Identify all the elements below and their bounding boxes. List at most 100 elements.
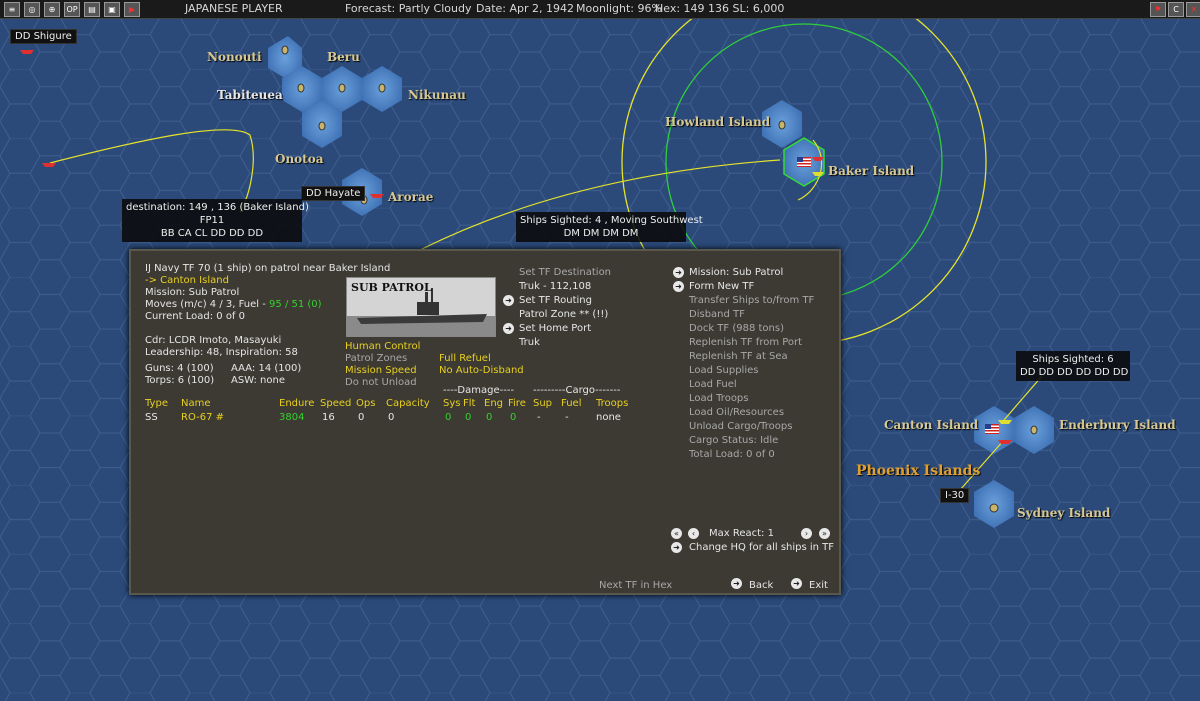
arrow-right-icon[interactable]: ➜	[503, 323, 514, 334]
island-label-beru: Beru	[327, 50, 360, 64]
next-tf-in-hex-button[interactable]: Next TF in Hex	[599, 580, 672, 592]
left-arrow-icon[interactable]: ‹	[688, 528, 699, 539]
play-icon[interactable]: ▶	[124, 1, 140, 17]
moves-label: Moves (m/c) 4 / 3, Fuel -	[145, 299, 270, 310]
cell-name[interactable]: RO-67 #	[181, 412, 224, 424]
guns: Guns: 4 (100)	[145, 363, 214, 374]
option-full-refuel[interactable]: Full Refuel	[439, 353, 491, 365]
max-react: Max React: 1	[709, 528, 774, 539]
set-home-port-button[interactable]: Set Home Port	[519, 323, 591, 335]
cell-flt: 0	[465, 412, 472, 423]
col-type[interactable]: Type	[145, 398, 168, 410]
op-icon[interactable]: OP	[64, 1, 80, 17]
dock-tf-button[interactable]: Dock TF (988 tons)	[689, 323, 784, 335]
save-icon[interactable]: ▣	[104, 1, 120, 17]
exit-button[interactable]: Exit	[809, 580, 828, 592]
option-do-not-unload[interactable]: Do not Unload	[345, 377, 417, 389]
back-button[interactable]: Back	[749, 580, 773, 592]
unload-cargo-button[interactable]: Unload Cargo/Troops	[689, 421, 792, 433]
col-ops[interactable]: Ops	[356, 398, 375, 410]
load-oil-button[interactable]: Load Oil/Resources	[689, 407, 784, 419]
replenish-sea-button[interactable]: Replenish TF at Sea	[689, 351, 788, 363]
torps: Torps: 6 (100)	[145, 375, 215, 386]
back-arrow-icon[interactable]: ➜	[731, 578, 742, 589]
hex-label: Hex: 149 136 SL: 6,000	[655, 2, 785, 15]
island-label-baker: Baker Island	[828, 164, 915, 178]
island-label-onotoa: Onotoa	[275, 152, 324, 166]
change-hq-button[interactable]: Change HQ for all ships in TF	[689, 542, 834, 554]
cell-capacity: 0	[388, 412, 395, 423]
island-label-nikunau: Nikunau	[408, 88, 466, 102]
ships-icon[interactable]: ≡	[4, 1, 20, 17]
island-label-canton: Canton Island	[884, 418, 979, 432]
tf-tag-i30[interactable]: I-30	[940, 488, 970, 503]
col-capacity[interactable]: Capacity	[386, 398, 430, 410]
tf-tag-shigure[interactable]: DD Shigure	[10, 29, 77, 44]
tooltip-line: FP11	[199, 215, 225, 226]
globe-icon[interactable]: ◎	[24, 1, 40, 17]
col-flt[interactable]: Flt	[463, 398, 475, 410]
leadership: Leadership: 48, Inspiration: 58	[145, 347, 298, 358]
cargo-status: Cargo Status: Idle	[689, 435, 779, 446]
fuel-value: 95 / 51 (0)	[269, 299, 322, 310]
us-flag-icon-canton	[985, 424, 999, 434]
right-arrow-icon[interactable]: ›	[801, 528, 812, 539]
set-destination-button[interactable]: Set TF Destination	[519, 267, 611, 279]
flag-icon[interactable]: ⚑	[1150, 1, 1166, 17]
tf-destination[interactable]: -> Canton Island	[145, 275, 229, 287]
cell-sys: 0	[445, 412, 452, 423]
option-no-auto-disband[interactable]: No Auto-Disband	[439, 365, 524, 377]
col-fuel[interactable]: Fuel	[561, 398, 581, 410]
player-label: JAPANESE PLAYER	[185, 2, 283, 15]
form-new-tf-button[interactable]: Form New TF	[689, 281, 754, 293]
home-port-value: Truk	[519, 337, 540, 348]
disband-tf-button[interactable]: Disband TF	[689, 309, 745, 321]
sub-patrol-image: SUB PATROL	[346, 277, 496, 337]
transfer-ships-button[interactable]: Transfer Ships to/from TF	[689, 295, 814, 307]
col-troops[interactable]: Troops	[596, 398, 628, 410]
commander[interactable]: Cdr: LCDR Imoto, Masayuki	[145, 335, 281, 347]
tooltip-line: DD DD DD DD DD DD	[1020, 367, 1129, 378]
island-label-howland: Howland Island	[665, 115, 771, 129]
close-icon[interactable]: ✕	[1186, 1, 1200, 17]
replenish-port-button[interactable]: Replenish TF from Port	[689, 337, 802, 349]
forecast-label: Forecast: Partly Cloudy	[345, 2, 472, 15]
tooltip-line: DM DM DM DM	[563, 228, 639, 239]
col-name[interactable]: Name	[181, 398, 211, 410]
col-endure[interactable]: Endure	[279, 398, 314, 410]
top-toolbar: ≡ ◎ ⊕ OP ▤ ▣ ▶ JAPANESE PLAYER Forecast:…	[0, 0, 1200, 19]
report-icon[interactable]: ▤	[84, 1, 100, 17]
tf-moves: Moves (m/c) 4 / 3, Fuel - 95 / 51 (0)	[145, 299, 322, 311]
double-left-icon[interactable]: «	[671, 528, 682, 539]
cell-speed: 16	[322, 412, 335, 423]
cell-sup: -	[537, 412, 541, 423]
option-patrol-zones[interactable]: Patrol Zones	[345, 353, 407, 365]
option-human-control[interactable]: Human Control	[345, 341, 420, 353]
arrow-right-icon[interactable]: ➜	[673, 267, 684, 278]
load-troops-button[interactable]: Load Troops	[689, 393, 749, 405]
arrow-right-icon[interactable]: ➜	[671, 542, 682, 553]
island-label-arorae: Arorae	[388, 190, 434, 204]
tf-title: IJ Navy TF 70 (1 ship) on patrol near Ba…	[145, 263, 391, 274]
col-fire[interactable]: Fire	[508, 398, 526, 410]
sighting-tooltip-2: Ships Sighted: 6 DD DD DD DD DD DD	[1016, 351, 1130, 381]
arrow-right-icon[interactable]: ➜	[503, 295, 514, 306]
option-mission-speed[interactable]: Mission Speed	[345, 365, 417, 377]
double-right-icon[interactable]: »	[819, 528, 830, 539]
set-routing-button[interactable]: Set TF Routing	[519, 295, 592, 307]
island-label-sydney: Sydney Island	[1017, 506, 1111, 520]
col-sys[interactable]: Sys	[443, 398, 460, 410]
col-speed[interactable]: Speed	[320, 398, 351, 410]
island-label-nonouti: Nonouti	[207, 50, 262, 64]
exit-arrow-icon[interactable]: ➜	[791, 578, 802, 589]
tf-tag-hayate[interactable]: DD Hayate	[301, 186, 366, 201]
target-icon[interactable]: ⊕	[44, 1, 60, 17]
c-icon[interactable]: C	[1168, 1, 1184, 17]
arrow-right-icon[interactable]: ➜	[673, 281, 684, 292]
load-fuel-button[interactable]: Load Fuel	[689, 379, 737, 391]
col-eng[interactable]: Eng	[484, 398, 503, 410]
mission-button[interactable]: Mission: Sub Patrol	[689, 267, 783, 279]
load-supplies-button[interactable]: Load Supplies	[689, 365, 758, 377]
patrol-zone-value: Patrol Zone ** (!!)	[519, 309, 609, 320]
col-sup[interactable]: Sup	[533, 398, 552, 410]
